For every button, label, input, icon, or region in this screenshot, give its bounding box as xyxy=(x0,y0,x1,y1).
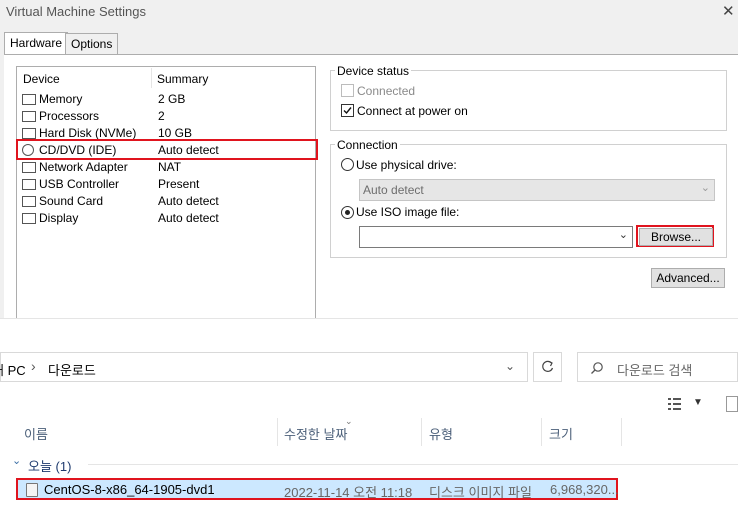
breadcrumb-separator[interactable]: › xyxy=(31,358,36,374)
file-size: 6,968,320... xyxy=(550,482,619,497)
network-adapter-icon xyxy=(22,162,36,173)
checkmark-icon xyxy=(343,107,352,115)
column-separator xyxy=(421,418,422,446)
usb-icon xyxy=(22,179,36,190)
breadcrumb-downloads[interactable]: 다운로드 xyxy=(48,360,96,379)
device-row-memory[interactable]: Memory 2 GB xyxy=(22,91,312,108)
device-summary: NAT xyxy=(158,160,182,174)
device-summary: Auto detect xyxy=(158,211,219,225)
search-placeholder: 다운로드 검색 xyxy=(617,363,693,378)
disc-image-file-icon xyxy=(26,483,38,497)
physical-drive-radio[interactable] xyxy=(341,158,354,171)
device-name: Sound Card xyxy=(39,194,104,208)
search-box[interactable]: 다운로드 검색 xyxy=(577,352,738,382)
group-collapse-icon[interactable]: ⌄ xyxy=(12,454,21,467)
connect-at-power-on-label: Connect at power on xyxy=(357,104,468,118)
chevron-down-icon: ⌄ xyxy=(700,182,710,194)
device-row-usb-controller[interactable]: USB Controller Present xyxy=(22,176,312,193)
physical-drive-value: Auto detect xyxy=(363,183,424,197)
file-type: 디스크 이미지 파일 xyxy=(429,485,532,500)
group-divider xyxy=(88,464,738,465)
device-name: Network Adapter xyxy=(39,160,128,174)
device-summary: Auto detect xyxy=(158,143,219,157)
device-name: Memory xyxy=(39,92,83,106)
file-date-modified: 2022-11-14 오전 11:18 xyxy=(284,485,413,500)
device-name: CD/DVD (IDE) xyxy=(39,143,117,157)
column-separator xyxy=(541,418,542,446)
connected-checkbox[interactable] xyxy=(341,84,354,97)
iso-path-combobox[interactable]: ⌄ xyxy=(359,226,633,248)
device-row-display[interactable]: Display Auto detect xyxy=(22,210,312,227)
device-summary: 2 GB xyxy=(158,92,186,106)
iso-image-label: Use ISO image file: xyxy=(356,205,460,219)
file-explorer-window: 내 PC › 다운로드 ⌄ 다운로드 검색 ▼ 이름 수정한 날짜 ⌄ 유형 크… xyxy=(0,318,738,509)
details-pane-icon[interactable] xyxy=(726,396,738,412)
connection-label: Connection xyxy=(335,138,400,152)
sound-card-icon xyxy=(22,196,36,207)
connect-at-power-on-checkbox[interactable] xyxy=(341,104,354,117)
refresh-button[interactable] xyxy=(533,352,562,382)
column-header-type[interactable]: 유형 xyxy=(429,424,453,443)
close-icon[interactable]: ✕ xyxy=(722,2,735,20)
device-status-label: Device status xyxy=(335,64,412,78)
hard-disk-icon xyxy=(22,128,36,139)
sort-arrow-icon: ⌄ xyxy=(345,416,353,426)
device-name: Display xyxy=(39,211,79,225)
device-summary: 2 xyxy=(158,109,165,123)
dialog-title: Virtual Machine Settings xyxy=(6,4,146,19)
breadcrumb-this-pc[interactable]: 내 PC xyxy=(0,360,26,379)
file-name[interactable]: CentOS-8-x86_64-1905-dvd1 xyxy=(44,482,215,497)
chevron-down-icon[interactable]: ▼ xyxy=(693,397,703,408)
display-icon xyxy=(22,213,36,224)
physical-drive-select[interactable]: Auto detect ⌄ xyxy=(359,179,715,201)
device-name: USB Controller xyxy=(39,177,120,191)
group-label-today[interactable]: 오늘 (1) xyxy=(28,456,71,475)
connected-label: Connected xyxy=(357,84,416,98)
summary-column-header[interactable]: Summary xyxy=(157,72,208,86)
advanced-button[interactable]: Advanced... xyxy=(651,268,725,288)
search-icon xyxy=(591,362,603,374)
chevron-down-icon[interactable]: ⌄ xyxy=(505,359,515,373)
device-row-processors[interactable]: Processors 2 xyxy=(22,108,312,125)
processor-icon xyxy=(22,111,36,122)
browse-button[interactable]: Browse... xyxy=(639,228,713,246)
device-summary: Auto detect xyxy=(158,194,219,208)
device-column-header[interactable]: Device xyxy=(23,72,60,86)
refresh-icon xyxy=(542,360,554,372)
tab-hardware[interactable]: Hardware xyxy=(4,32,69,55)
column-separator xyxy=(151,68,152,88)
divider xyxy=(0,318,738,319)
tab-options[interactable]: Options xyxy=(65,33,119,54)
device-row-sound-card[interactable]: Sound Card Auto detect xyxy=(22,193,312,210)
column-separator xyxy=(621,418,622,446)
view-options-icon[interactable] xyxy=(668,398,686,413)
column-separator xyxy=(277,418,278,446)
physical-drive-label: Use physical drive: xyxy=(356,158,457,172)
device-row-network-adapter[interactable]: Network Adapter NAT xyxy=(22,159,312,176)
memory-icon xyxy=(22,94,36,105)
iso-image-radio[interactable] xyxy=(341,206,354,219)
column-header-name[interactable]: 이름 xyxy=(24,424,48,443)
address-bar[interactable]: 내 PC › 다운로드 ⌄ xyxy=(0,352,528,382)
device-row-cd-dvd[interactable]: CD/DVD (IDE) Auto detect xyxy=(22,142,312,159)
vm-settings-dialog: Virtual Machine Settings ✕ Hardware Opti… xyxy=(0,0,738,320)
cd-dvd-icon xyxy=(22,144,34,156)
column-header-date-modified[interactable]: 수정한 날짜 xyxy=(284,424,347,443)
device-summary: Present xyxy=(158,177,200,191)
device-name: Processors xyxy=(39,109,100,123)
column-header-size[interactable]: 크기 xyxy=(549,424,573,443)
chevron-down-icon[interactable]: ⌄ xyxy=(619,228,628,241)
device-status-group xyxy=(330,70,727,131)
